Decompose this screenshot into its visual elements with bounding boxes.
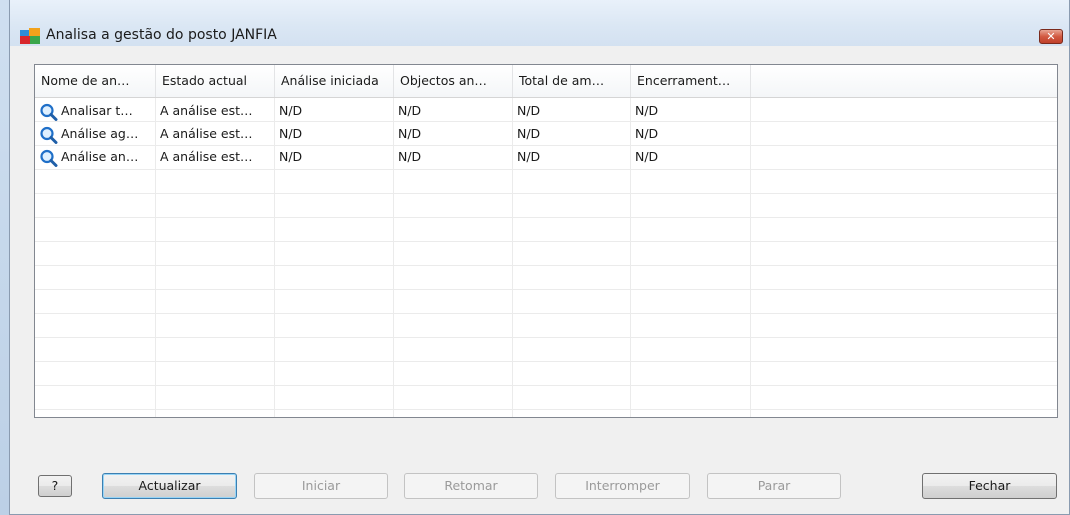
magnifier-icon <box>40 103 58 121</box>
start-button[interactable]: Iniciar <box>254 473 388 499</box>
scan-status: A análise est… <box>160 149 253 164</box>
magnifier-icon <box>40 149 58 167</box>
title-bar: Analisa a gestão do posto JANFIA ✕ <box>10 0 1069 46</box>
interrupt-button[interactable]: Interromper <box>555 473 690 499</box>
magnifier-icon <box>40 126 58 144</box>
column-header-objects[interactable]: Objectos an… <box>394 65 513 97</box>
close-button[interactable]: Fechar <box>922 473 1057 499</box>
table-row[interactable]: Analisar t… A análise est… N/D N/D N/D N… <box>35 99 1057 122</box>
column-header-ended[interactable]: Encerrament… <box>631 65 751 97</box>
scan-total: N/D <box>517 149 541 164</box>
window-title: Analisa a gestão do posto JANFIA <box>46 27 277 43</box>
column-header-total[interactable]: Total de am… <box>513 65 631 97</box>
scan-ended: N/D <box>635 103 659 118</box>
scan-ended: N/D <box>635 149 659 164</box>
column-header-status[interactable]: Estado actual <box>156 65 275 97</box>
refresh-button[interactable]: Actualizar <box>102 473 237 499</box>
scan-started: N/D <box>279 103 303 118</box>
scan-total: N/D <box>517 126 541 141</box>
help-button[interactable]: ? <box>38 475 72 497</box>
scan-started: N/D <box>279 126 303 141</box>
scan-total: N/D <box>517 103 541 118</box>
scan-status: A análise est… <box>160 126 253 141</box>
background-window-edge <box>0 0 9 515</box>
list-header: Nome de an… Estado actual Análise inicia… <box>35 65 1057 98</box>
resume-button[interactable]: Retomar <box>404 473 538 499</box>
scan-list[interactable]: Nome de an… Estado actual Análise inicia… <box>34 64 1058 418</box>
stop-button[interactable]: Parar <box>707 473 841 499</box>
scan-name: Análise an… <box>61 149 139 164</box>
scan-name: Analisar t… <box>61 103 133 118</box>
table-row[interactable]: Análise ag… A análise est… N/D N/D N/D N… <box>35 122 1057 145</box>
column-header-started[interactable]: Análise iniciada <box>275 65 394 97</box>
scan-objects: N/D <box>398 149 422 164</box>
table-row[interactable]: Análise an… A análise est… N/D N/D N/D N… <box>35 145 1057 168</box>
scan-objects: N/D <box>398 126 422 141</box>
scan-started: N/D <box>279 149 303 164</box>
column-header-scan-name[interactable]: Nome de an… <box>35 65 156 97</box>
scan-ended: N/D <box>635 126 659 141</box>
scan-manager-dialog: Analisa a gestão do posto JANFIA ✕ Nome … <box>9 0 1070 515</box>
scan-name: Análise ag… <box>61 126 139 141</box>
window-close-button[interactable]: ✕ <box>1039 29 1063 44</box>
avg-logo-icon <box>20 28 40 44</box>
scan-status: A análise est… <box>160 103 253 118</box>
scan-objects: N/D <box>398 103 422 118</box>
